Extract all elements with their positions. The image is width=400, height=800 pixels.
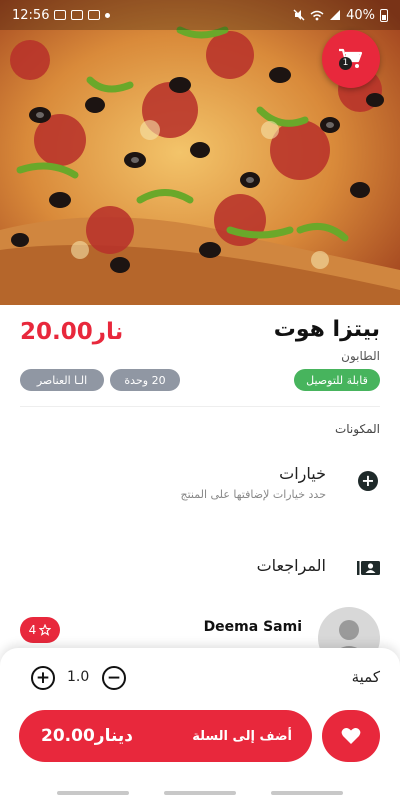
system-nav-bar xyxy=(0,786,400,800)
message-icon xyxy=(88,10,101,20)
divider xyxy=(20,406,380,407)
nav-home-pill[interactable] xyxy=(163,791,236,795)
product-price: 20.00نار xyxy=(20,319,124,345)
options-row[interactable]: خيارات حدد خيارات لإضافتها على المنتج + xyxy=(0,460,400,510)
options-title: خيارات xyxy=(279,464,326,483)
status-time: 12:56 xyxy=(12,7,50,23)
bottom-sheet: كمية + 1.0 − 20.00دينار أضف إلى السلة xyxy=(0,648,400,800)
review-rating-badge: 4 xyxy=(20,617,60,643)
signal-icon xyxy=(330,10,341,20)
quantity-decrease-button[interactable]: − xyxy=(102,666,126,690)
delivery-chip: قابلة للتوصيل xyxy=(294,369,380,391)
options-description: حدد خيارات لإضافتها على المنتج xyxy=(180,488,327,501)
ingredients-label: المكونات xyxy=(334,422,380,436)
product-name: بيتزا هوت xyxy=(273,317,380,342)
product-category: الطابون xyxy=(341,349,380,363)
wifi-icon xyxy=(310,10,324,20)
heart-icon xyxy=(341,728,361,744)
nav-back-pill[interactable] xyxy=(270,791,343,795)
favorite-button[interactable] xyxy=(322,710,380,762)
nav-recent-pill[interactable] xyxy=(57,791,130,795)
notification-dot-icon xyxy=(105,12,111,18)
units-chip: 20 وحدة xyxy=(110,369,180,391)
cart-count-badge: 1 xyxy=(339,57,352,70)
battery-percent: 40% xyxy=(346,7,375,23)
reviewer-name: Deema Sami xyxy=(203,619,302,635)
quantity-label: كمية xyxy=(351,668,380,686)
cart-button[interactable]: 1 xyxy=(322,30,380,88)
add-option-icon[interactable]: + xyxy=(358,471,378,491)
quantity-increase-button[interactable]: + xyxy=(31,666,55,690)
add-to-cart-price: 20.00دينار xyxy=(41,726,133,746)
star-icon xyxy=(39,624,52,636)
status-left: 12:56 xyxy=(12,7,111,23)
image-icon xyxy=(71,10,84,20)
battery-icon xyxy=(380,8,388,22)
quantity-value: 1.0 xyxy=(67,669,90,685)
reviews-icon xyxy=(357,561,380,575)
reviews-title: المراجعات xyxy=(256,556,326,575)
add-to-cart-label: أضف إلى السلة xyxy=(192,728,292,744)
gallery-icon xyxy=(54,10,67,20)
rating-value: 4 xyxy=(28,623,37,637)
status-bar: 12:56 40% xyxy=(0,0,400,30)
items-chip: الـا العناصر xyxy=(20,369,104,391)
add-to-cart-button[interactable]: 20.00دينار أضف إلى السلة xyxy=(19,710,312,762)
mute-icon xyxy=(293,9,305,21)
status-right: 40% xyxy=(293,8,388,23)
